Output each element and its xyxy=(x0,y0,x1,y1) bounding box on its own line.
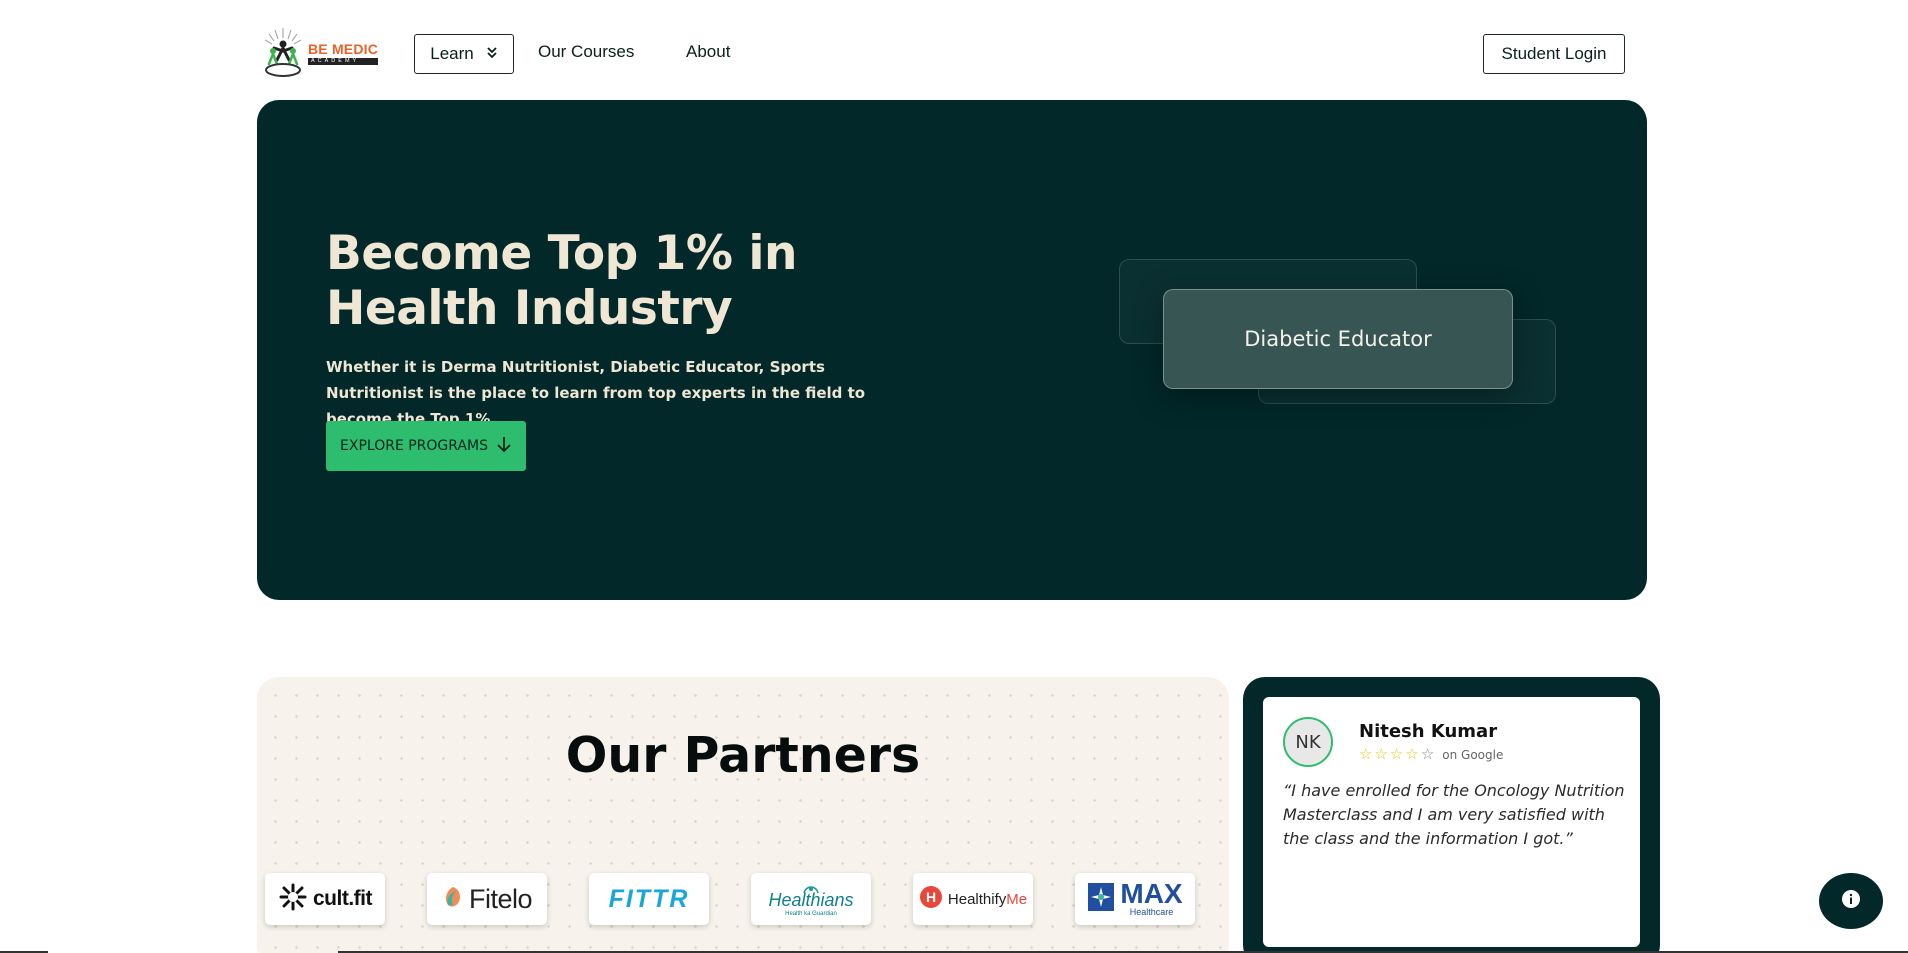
partner-name: Healthians xyxy=(768,890,854,910)
star-rating: ☆ ☆ ☆ ☆ ☆ on Google xyxy=(1359,747,1503,762)
nav-our-courses-link[interactable]: Our Courses xyxy=(538,42,634,62)
partner-tagline: Health ka Guardian xyxy=(785,911,837,917)
partner-sub: Healthcare xyxy=(1129,907,1174,917)
hero-section: Become Top 1% in Health Industry Whether… xyxy=(257,100,1647,600)
nav-about-link[interactable]: About xyxy=(686,42,730,62)
healthifyme-logo-icon: H xyxy=(919,885,943,913)
partner-logo-max-healthcare: MAX Healthcare xyxy=(1075,873,1195,925)
page: BE MEDIC ACADEMY Learn Our Courses About… xyxy=(0,0,1908,953)
partner-name: FITTR xyxy=(608,884,690,913)
site-logo[interactable]: BE MEDIC ACADEMY xyxy=(260,24,384,82)
healthians-logo-icon xyxy=(801,880,821,894)
fitelo-logo-icon xyxy=(442,885,464,913)
info-icon xyxy=(1841,889,1861,913)
arrow-down-icon xyxy=(496,435,512,457)
double-chevron-down-icon xyxy=(486,44,498,64)
partner-logo-healthians: Healthians Health ka Guardian xyxy=(751,873,871,925)
testimonial-section: NK Nitesh Kumar ☆ ☆ ☆ ☆ ☆ on Google “I h… xyxy=(1243,677,1660,953)
partners-section: Our Partners cult.fit Fitelo FITTR Healt… xyxy=(257,677,1229,953)
svg-text:H: H xyxy=(926,889,936,905)
logo-subtitle: ACADEMY xyxy=(308,57,379,65)
cultfit-logo-icon xyxy=(278,882,308,916)
partner-name-part2: Me xyxy=(1006,890,1028,908)
partners-title: Our Partners xyxy=(565,727,921,784)
testimonial-card: NK Nitesh Kumar ☆ ☆ ☆ ☆ ☆ on Google “I h… xyxy=(1263,697,1640,947)
nav-learn-label: Learn xyxy=(430,44,474,63)
logo-title: BE MEDIC xyxy=(308,40,379,57)
partner-logo-cultfit: cult.fit xyxy=(265,873,385,925)
explore-programs-label: EXPLORE PROGRAMS xyxy=(340,438,488,454)
star-filled-icon: ☆ xyxy=(1359,745,1373,763)
max-healthcare-logo-icon xyxy=(1087,882,1115,916)
partner-logo-fitelo: Fitelo xyxy=(427,873,547,925)
site-header: BE MEDIC ACADEMY Learn Our Courses About… xyxy=(0,0,1908,100)
partner-name: MAX xyxy=(1120,878,1183,909)
star-filled-icon: ☆ xyxy=(1389,745,1404,763)
star-filled-icon: ☆ xyxy=(1374,745,1388,763)
max-healthcare-text: MAX Healthcare xyxy=(1120,878,1183,918)
hero-title-line-1: Become Top 1% in xyxy=(326,226,797,281)
student-login-button[interactable]: Student Login xyxy=(1483,34,1625,74)
logo-text: BE MEDIC ACADEMY xyxy=(308,40,379,65)
reviewer-name: Nitesh Kumar xyxy=(1359,721,1498,742)
star-empty-icon: ☆ xyxy=(1420,745,1435,763)
hero-title: Become Top 1% in Health Industry xyxy=(326,226,886,336)
review-text: “I have enrolled for the Oncology Nutrit… xyxy=(1283,781,1625,848)
partner-logo-healthifyme: H Healthify Me xyxy=(913,873,1033,925)
partner-name-part1: Healthify xyxy=(947,890,1007,908)
star-filled-icon: ☆ xyxy=(1405,745,1419,763)
explore-programs-button[interactable]: EXPLORE PROGRAMS xyxy=(326,421,526,471)
info-button[interactable] xyxy=(1819,873,1883,929)
partner-logo-fittr: FITTR xyxy=(589,873,709,925)
partner-name: Fitelo xyxy=(468,883,533,914)
hero-title-line-2: Health Industry xyxy=(326,281,733,336)
logo-mark-icon xyxy=(260,24,306,82)
course-card-diabetic-educator[interactable]: Diabetic Educator xyxy=(1163,289,1513,389)
nav-learn-dropdown[interactable]: Learn xyxy=(414,34,514,74)
partner-name: cult.fit xyxy=(313,887,373,910)
review-source: on Google xyxy=(1442,747,1504,762)
avatar: NK xyxy=(1283,717,1333,767)
